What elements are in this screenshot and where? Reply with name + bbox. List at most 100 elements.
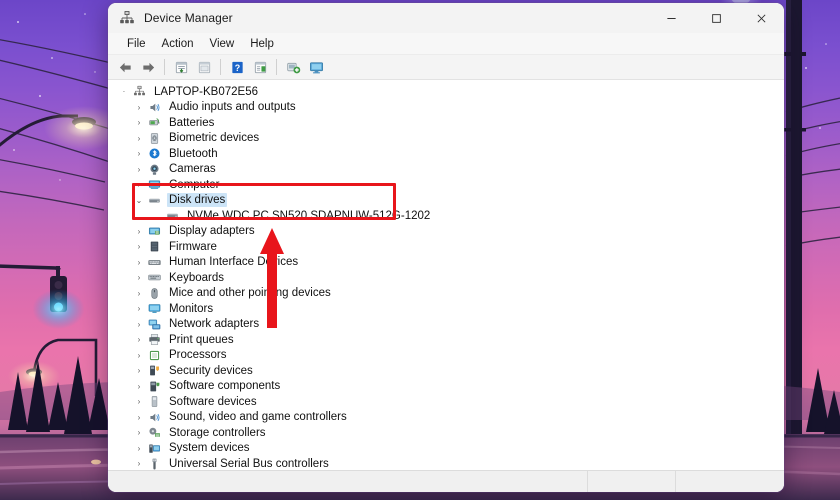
chevron-right-icon[interactable]: › [131, 134, 147, 143]
properties-icon [175, 61, 187, 73]
tree-item-audio-inputs-and-outputs[interactable]: › Audio inputs and outputs [108, 100, 784, 116]
menu-bar: File Action View Help [108, 33, 784, 55]
tree-item-label: Biometric devices [169, 132, 260, 145]
tree-item-mice-and-other-pointing-devices[interactable]: › Mice and other pointing devices [108, 286, 784, 302]
chevron-right-icon[interactable]: › [131, 335, 147, 344]
tree-item-label: Network adapters [169, 318, 260, 331]
device-tree[interactable]: · LAPTOP-KB072E56 › Audio inputs and out… [108, 80, 784, 470]
tree-item-software-devices[interactable]: › Software devices [108, 394, 784, 410]
tree-item-bluetooth[interactable]: › Bluetooth [108, 146, 784, 162]
back-arrow-icon [119, 62, 131, 72]
window-title: Device Manager [144, 11, 233, 25]
chevron-down-icon[interactable]: · [116, 87, 132, 96]
chevron-right-icon[interactable]: › [131, 103, 147, 112]
forward-button[interactable] [137, 57, 159, 78]
svg-text:?: ? [234, 62, 239, 72]
minimize-button[interactable] [649, 3, 694, 33]
chevron-right-icon[interactable]: › [131, 289, 147, 298]
chevron-right-icon[interactable]: › [131, 428, 147, 437]
chevron-right-icon[interactable]: › [131, 273, 147, 282]
computer-icon [147, 178, 162, 192]
add-legacy-button[interactable] [305, 57, 327, 78]
chevron-right-icon[interactable]: › [131, 320, 147, 329]
back-button[interactable] [114, 57, 136, 78]
chevron-right-icon[interactable]: › [131, 180, 147, 189]
tree-item-label: Mice and other pointing devices [169, 287, 331, 300]
maximize-button[interactable] [694, 3, 739, 33]
tree-item-label: Firmware [169, 240, 217, 253]
biometric-icon [147, 131, 162, 145]
disk-drive-icon [147, 193, 162, 207]
tree-item-security-devices[interactable]: › Security devices [108, 363, 784, 379]
tree-item-label: System devices [169, 442, 250, 455]
disk-drive-icon [165, 209, 180, 223]
tree-item-label: Display adapters [169, 225, 255, 238]
battery-icon [147, 116, 162, 130]
chevron-right-icon[interactable]: › [131, 459, 147, 468]
menu-view[interactable]: View [202, 36, 243, 52]
window-titlebar[interactable]: Device Manager [108, 3, 784, 33]
tree-item-keyboards[interactable]: › Keyboards [108, 270, 784, 286]
chevron-right-icon[interactable]: › [131, 382, 147, 391]
chevron-right-icon[interactable]: › [131, 351, 147, 360]
tree-item-label: Universal Serial Bus controllers [169, 457, 329, 470]
chevron-right-icon[interactable]: › [131, 165, 147, 174]
chevron-down-icon[interactable]: ⌄ [131, 196, 147, 205]
scan-hardware-button[interactable] [282, 57, 304, 78]
tree-item-label: Software devices [169, 395, 257, 408]
scan-hardware-icon [286, 62, 300, 73]
tree-item-firmware[interactable]: › Firmware [108, 239, 784, 255]
chevron-right-icon[interactable]: › [131, 397, 147, 406]
toolbar-separator [220, 59, 221, 75]
storage-controller-icon [147, 426, 162, 440]
close-button[interactable] [739, 3, 784, 33]
menu-action[interactable]: Action [154, 36, 202, 52]
display-adapter-icon [147, 224, 162, 238]
chevron-right-icon[interactable]: › [131, 304, 147, 313]
tree-item-display-adapters[interactable]: › Display adapters [108, 224, 784, 240]
tree-item-print-queues[interactable]: › Print queues [108, 332, 784, 348]
tree-item-label: Software components [169, 380, 281, 393]
chevron-right-icon[interactable]: › [131, 242, 147, 251]
keyboard-icon [147, 271, 162, 285]
tree-item-biometric-devices[interactable]: › Biometric devices [108, 131, 784, 147]
help-button[interactable]: ? [226, 57, 248, 78]
tree-item-label: Cameras [169, 163, 216, 176]
tree-item-system-devices[interactable]: › System devices [108, 441, 784, 457]
update-driver-button[interactable] [249, 57, 271, 78]
tree-item-computer[interactable]: › Computer [108, 177, 784, 193]
tree-item-label: LAPTOP-KB072E56 [154, 85, 258, 98]
computer-root-icon [132, 85, 147, 99]
chevron-right-icon[interactable]: › [131, 413, 147, 422]
tree-item-universal-serial-bus-controllers[interactable]: › Universal Serial Bus controllers [108, 456, 784, 470]
hid-icon [147, 255, 162, 269]
tree-item-monitors[interactable]: › Monitors [108, 301, 784, 317]
tree-item-disk-drives[interactable]: ⌄ Disk drives [108, 193, 784, 209]
tree-item-label: Disk drives [167, 193, 228, 208]
tree-item-batteries[interactable]: › Batteries [108, 115, 784, 131]
chevron-right-icon[interactable]: › [131, 149, 147, 158]
toolbar: ? [108, 55, 784, 80]
tree-item-storage-controllers[interactable]: › Storage controllers [108, 425, 784, 441]
tree-item-human-interface-devices[interactable]: › Human Interface Devices [108, 255, 784, 271]
tree-item-network-adapters[interactable]: › Network adapters [108, 317, 784, 333]
tree-item-sound-video-and-game-controllers[interactable]: › Sound, video and game controllers [108, 410, 784, 426]
tree-item-nvme-disk[interactable]: NVMe WDC PC SN520 SDAPNUW-512G-1202 [108, 208, 784, 224]
show-hidden-button[interactable] [193, 57, 215, 78]
tree-item-processors[interactable]: › Processors [108, 348, 784, 364]
tree-item-root[interactable]: · LAPTOP-KB072E56 [108, 84, 784, 100]
tree-item-software-components[interactable]: › Software components [108, 379, 784, 395]
status-segment-right [676, 471, 784, 492]
chevron-right-icon[interactable]: › [131, 118, 147, 127]
tree-item-cameras[interactable]: › Cameras [108, 162, 784, 178]
chevron-right-icon[interactable]: › [131, 258, 147, 267]
chevron-right-icon[interactable]: › [131, 444, 147, 453]
system-device-icon [147, 441, 162, 455]
menu-help[interactable]: Help [242, 36, 282, 52]
menu-file[interactable]: File [119, 36, 154, 52]
properties-button[interactable] [170, 57, 192, 78]
chevron-right-icon[interactable]: › [131, 366, 147, 375]
tree-item-label: Audio inputs and outputs [169, 101, 296, 114]
sound-controller-icon [147, 410, 162, 424]
chevron-right-icon[interactable]: › [131, 227, 147, 236]
